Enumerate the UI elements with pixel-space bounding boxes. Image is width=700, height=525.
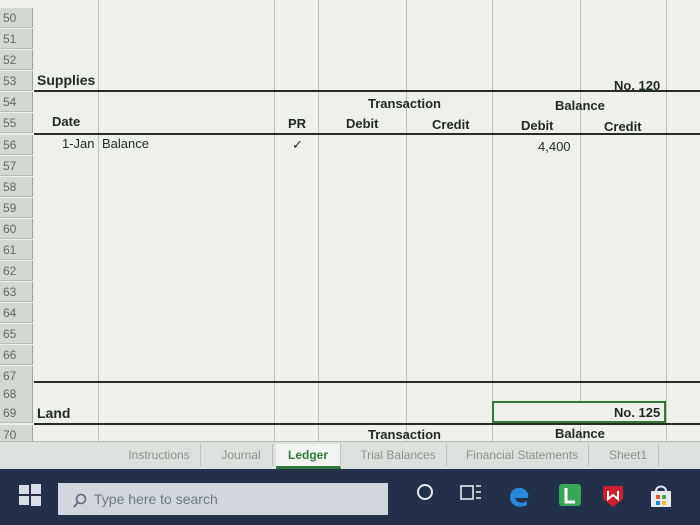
row-number[interactable]: 64 <box>0 303 33 323</box>
row-number[interactable]: 58 <box>0 177 33 197</box>
row-number[interactable]: 59 <box>0 198 33 218</box>
balance-credit-header[interactable]: Credit <box>604 119 642 134</box>
row-number[interactable]: 50 <box>0 8 33 28</box>
transaction-header[interactable]: Transaction <box>368 96 441 111</box>
pr-header[interactable]: PR <box>288 116 306 131</box>
sheet-row[interactable]: 52 <box>0 50 700 71</box>
row-number[interactable]: 55 <box>0 113 33 133</box>
row-number[interactable]: 65 <box>0 324 33 344</box>
row-number[interactable]: 54 <box>0 92 33 112</box>
balance-header[interactable]: Balance <box>555 98 605 113</box>
row-number[interactable]: 52 <box>0 50 33 70</box>
sheet-row[interactable]: 65 <box>0 324 700 345</box>
sheet-row[interactable]: 59 <box>0 198 700 219</box>
row-number[interactable]: 61 <box>0 240 33 260</box>
date-header[interactable]: Date <box>52 114 80 129</box>
tab-financial-statements[interactable]: Financial Statements <box>456 444 589 466</box>
search-icon <box>72 493 90 521</box>
row-number[interactable]: 62 <box>0 261 33 281</box>
spreadsheet-grid[interactable]: 50 51 52 53 Supplies No. 120 54 Transact… <box>0 0 700 441</box>
row-number[interactable]: 68 <box>0 384 33 404</box>
balance-header[interactable]: Balance <box>555 426 605 441</box>
account-title[interactable]: Supplies <box>37 72 95 88</box>
row-number[interactable]: 53 <box>0 71 33 91</box>
sheet-row[interactable]: 57 <box>0 156 700 177</box>
account-title[interactable]: Land <box>37 405 70 421</box>
debit-header[interactable]: Debit <box>346 116 379 131</box>
row-number[interactable]: 60 <box>0 219 33 239</box>
tab-ledger[interactable]: Ledger <box>276 444 341 469</box>
task-view-icon[interactable] <box>460 483 484 511</box>
sheet-row[interactable]: 70 Transaction Balance <box>0 425 700 441</box>
sheet-row[interactable]: 51 <box>0 29 700 50</box>
sheet-row[interactable]: 54 Transaction Balance <box>0 92 700 113</box>
row-number[interactable]: 70 <box>0 425 33 441</box>
sheet-row[interactable]: 61 <box>0 240 700 261</box>
windows-start-icon[interactable] <box>18 483 46 511</box>
search-input[interactable]: Type here to search <box>58 483 388 515</box>
sheet-row[interactable]: 62 <box>0 261 700 282</box>
sheet-tabs: Instructions Journal Ledger Trial Balanc… <box>0 441 700 470</box>
sheet-row[interactable]: 69 Land No. 125 <box>0 401 700 424</box>
row-number[interactable]: 51 <box>0 29 33 49</box>
row-number[interactable]: 66 <box>0 345 33 365</box>
sheet-row[interactable]: 64 <box>0 303 700 324</box>
taskbar: Type here to search <box>0 469 700 525</box>
sheet-row[interactable]: 58 <box>0 177 700 198</box>
tab-journal[interactable]: Journal <box>210 444 273 466</box>
tab-instructions[interactable]: Instructions <box>118 444 201 466</box>
entry-date[interactable]: 1-Jan <box>62 136 95 151</box>
tab-trial-balances[interactable]: Trial Balances <box>350 444 447 466</box>
app-l-icon[interactable] <box>558 483 584 511</box>
entry-balance-debit[interactable]: 4,400 <box>538 139 571 154</box>
row-number[interactable]: 56 <box>0 135 33 155</box>
row-number[interactable]: 63 <box>0 282 33 302</box>
table-bottom-border <box>34 381 700 383</box>
sheet-row[interactable]: 66 <box>0 345 700 366</box>
sheet-row[interactable]: 63 <box>0 282 700 303</box>
sheet-row[interactable]: 50 <box>0 8 700 29</box>
edge-browser-icon[interactable] <box>506 483 534 511</box>
balance-debit-header[interactable]: Debit <box>521 118 554 133</box>
sheet-row[interactable]: 53 Supplies No. 120 <box>0 71 700 93</box>
sheet-row[interactable]: 56 1-Jan Balance ✓ 4,400 <box>0 135 700 156</box>
sheet-row[interactable]: 55 Date PR Debit Credit Debit Credit <box>0 113 700 134</box>
transaction-header[interactable]: Transaction <box>368 427 441 441</box>
store-bag-icon[interactable] <box>648 483 676 511</box>
tab-sheet1[interactable]: Sheet1 <box>598 444 659 466</box>
mcafee-icon[interactable] <box>600 483 628 511</box>
account-number[interactable]: No. 125 <box>614 405 660 420</box>
cortana-icon[interactable] <box>416 483 436 511</box>
row-number[interactable]: 57 <box>0 156 33 176</box>
row-number[interactable]: 69 <box>0 403 33 423</box>
credit-header[interactable]: Credit <box>432 117 470 132</box>
sheet-row[interactable]: 60 <box>0 219 700 240</box>
check-icon[interactable]: ✓ <box>292 137 303 153</box>
row-number[interactable]: 67 <box>0 366 33 386</box>
entry-description[interactable]: Balance <box>102 136 149 151</box>
